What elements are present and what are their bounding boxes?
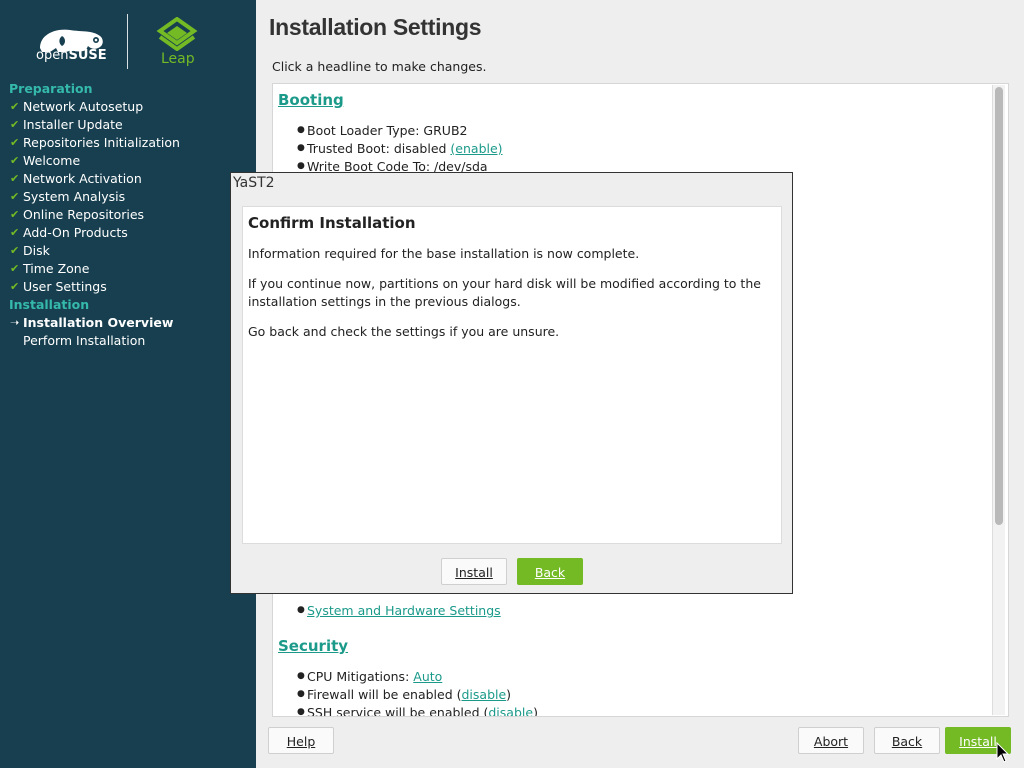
step-installer-update: ✔ Installer Update (10, 117, 123, 132)
boot-loader-type: Boot Loader Type: GRUB2 (297, 123, 468, 138)
opensuse-wordmark: openSUSE (36, 48, 107, 63)
step-user-settings: ✔ User Settings (10, 279, 107, 294)
check-icon: ✔ (10, 154, 20, 167)
page-title: Installation Settings (269, 14, 482, 40)
check-icon: ✔ (10, 262, 20, 275)
ssh-disable-link[interactable]: disable (488, 705, 533, 716)
leap-wordmark: Leap (161, 51, 195, 67)
check-icon: ✔ (10, 100, 20, 113)
back-button[interactable]: Back (874, 727, 940, 754)
check-icon: ✔ (10, 208, 20, 221)
dialog-text-check: Go back and check the settings if you ar… (248, 324, 560, 339)
trusted-boot-enable-link[interactable]: (enable) (450, 141, 502, 156)
check-icon: ✔ (10, 172, 20, 185)
step-disk: ✔ Disk (10, 243, 50, 258)
logo-area: openSUSE Leap (0, 0, 256, 80)
abort-button[interactable]: Abort (798, 727, 864, 754)
logo-divider (127, 14, 128, 69)
section-preparation: Preparation (9, 81, 93, 96)
step-network-activation: ✔ Network Activation (10, 171, 142, 186)
system-hardware-item: System and Hardware Settings (297, 603, 501, 618)
ssh-status: SSH service will be enabled (disable) (297, 705, 538, 716)
leap-logo (156, 17, 198, 51)
headline-security[interactable]: Security (278, 637, 348, 655)
step-perform-installation: Perform Installation (23, 333, 146, 348)
step-system-analysis: ✔ System Analysis (10, 189, 126, 204)
mouse-pointer-icon (996, 742, 1010, 763)
step-online-repositories: ✔ Online Repositories (10, 207, 145, 222)
dialog-text-warning: If you continue now, partitions on your … (248, 276, 761, 309)
step-welcome: ✔ Welcome (10, 153, 81, 168)
help-button[interactable]: Help (268, 727, 334, 754)
firewall-status: Firewall will be enabled (disable) (297, 687, 511, 702)
cpu-mitigations: CPU Mitigations: Auto (297, 669, 442, 684)
step-time-zone: ✔ Time Zone (10, 261, 90, 276)
check-icon: ✔ (10, 118, 20, 131)
trusted-boot: Trusted Boot: disabled (enable) (297, 141, 503, 156)
step-installation-overview: ➝ Installation Overview (10, 315, 174, 330)
section-installation: Installation (9, 297, 90, 312)
step-repositories-initialization: ✔ Repositories Initialization (10, 135, 180, 150)
firewall-disable-link[interactable]: disable (461, 687, 506, 702)
check-icon: ✔ (10, 244, 20, 257)
dialog-window-title: YaST2 (233, 175, 275, 191)
sidebar: openSUSE Leap Preparation ✔ Network Autos… (0, 0, 256, 768)
dialog-heading: Confirm Installation (248, 214, 416, 232)
headline-booting[interactable]: Booting (278, 91, 344, 109)
system-hardware-settings-link[interactable]: System and Hardware Settings (307, 603, 501, 618)
dialog-text-complete: Information required for the base instal… (248, 246, 640, 261)
check-icon: ✔ (10, 190, 20, 203)
check-icon: ✔ (10, 226, 20, 239)
scrollbar-thumb[interactable] (995, 87, 1003, 525)
confirm-installation-dialog: YaST2 Confirm Installation Information r… (230, 172, 793, 594)
step-add-on-products: ✔ Add-On Products (10, 225, 128, 240)
step-network-autosetup: ✔ Network Autosetup (10, 99, 144, 114)
page-subtitle: Click a headline to make changes. (272, 59, 487, 74)
arrow-right-icon: ➝ (10, 316, 20, 329)
dialog-install-button[interactable]: Install (441, 558, 507, 585)
check-icon: ✔ (10, 280, 20, 293)
summary-scrollbar[interactable] (992, 85, 1005, 715)
cpu-mitigations-link[interactable]: Auto (413, 669, 442, 684)
dialog-back-button[interactable]: Back (517, 558, 583, 585)
dialog-body: Confirm Installation Information require… (242, 206, 782, 544)
check-icon: ✔ (10, 136, 20, 149)
installation-steps: Preparation ✔ Network Autosetup ✔ Installe… (0, 80, 256, 350)
